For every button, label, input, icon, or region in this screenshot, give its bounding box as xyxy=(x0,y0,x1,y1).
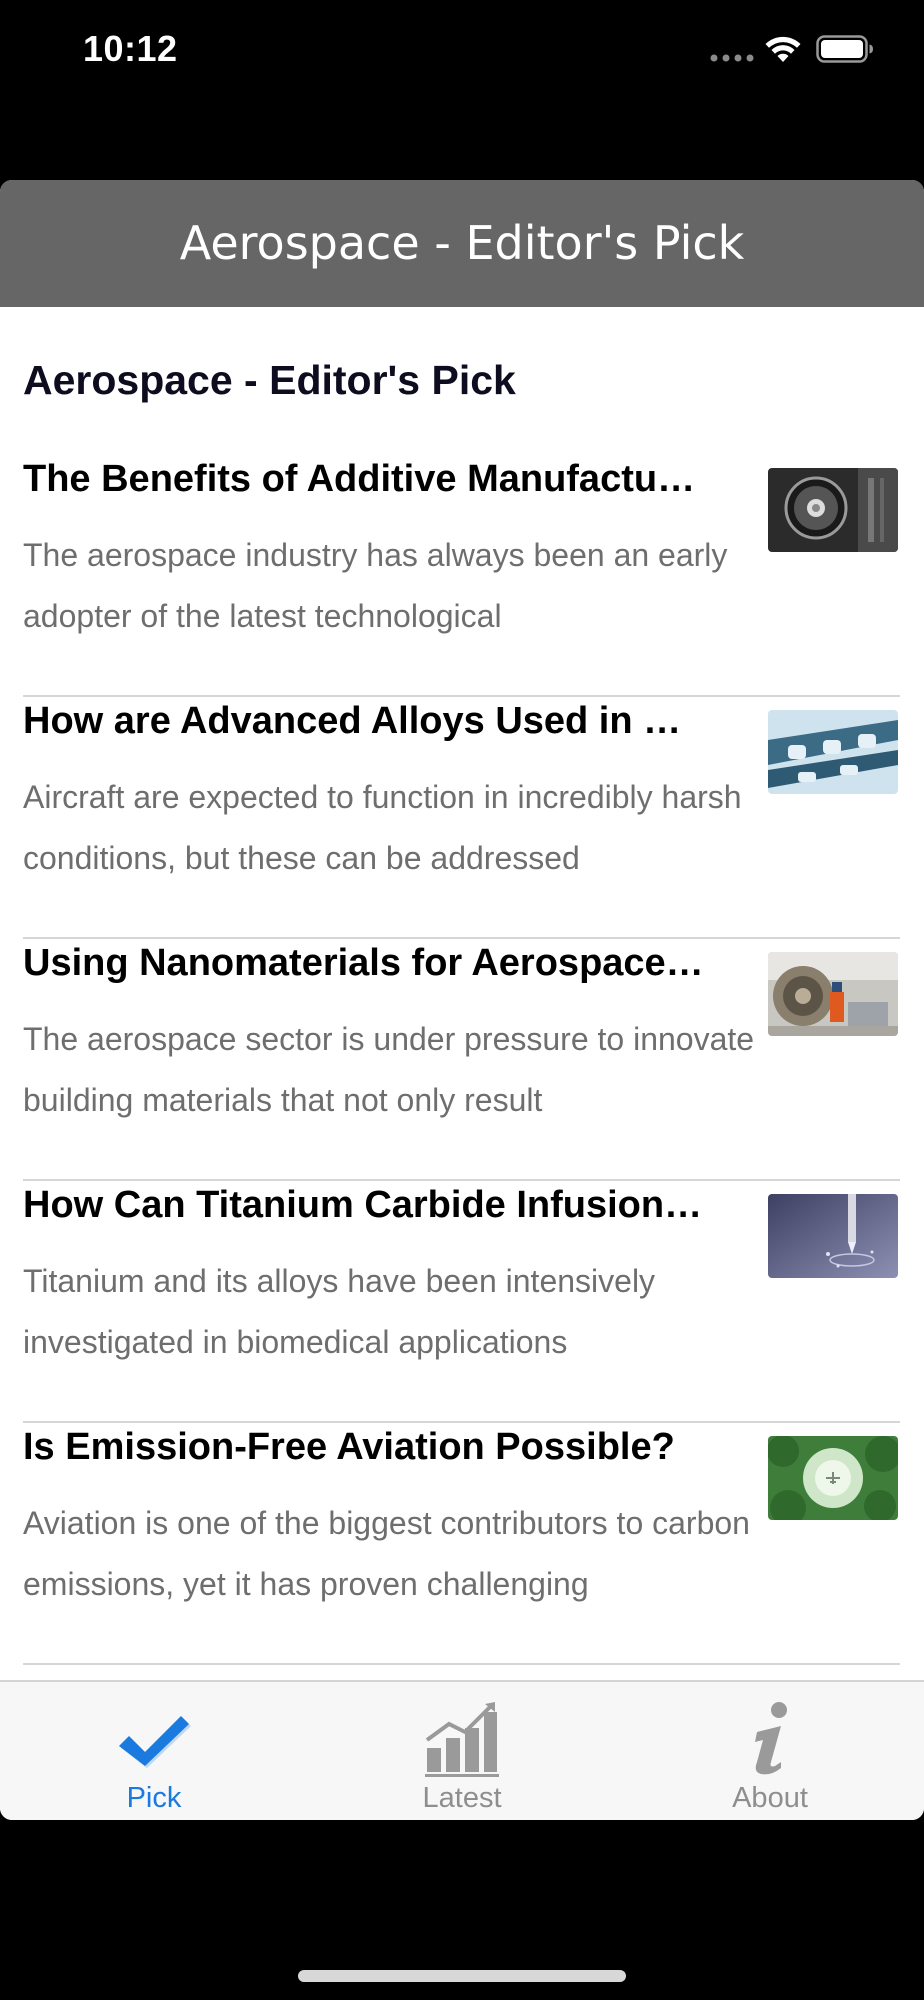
aircraft-frame-image xyxy=(768,710,898,794)
tab-pick[interactable]: Pick xyxy=(0,1682,308,1820)
row-divider xyxy=(23,1663,900,1665)
article-summary: Aviation is one of the biggest contribut… xyxy=(23,1505,750,1602)
plane-through-trees-image xyxy=(768,1436,898,1520)
device-screen: 10:12 Aerospace - Editor's Pick Aerospac… xyxy=(0,0,924,2000)
chart-icon xyxy=(425,1702,499,1777)
article-row[interactable]: The Benefits of Additive Manufactu… The … xyxy=(23,455,900,697)
signal-dots-icon xyxy=(710,54,754,62)
tab-latest[interactable]: Latest xyxy=(308,1682,616,1820)
article-title: Is Emission-Free Aviation Possible? xyxy=(23,1426,675,1468)
status-bar: 10:12 xyxy=(0,0,924,100)
tab-bar: Pick Latest About xyxy=(0,1680,924,1820)
drill-bit-image xyxy=(768,1194,898,1278)
nav-title: Aerospace - Editor's Pick xyxy=(179,216,745,270)
tab-label: Latest xyxy=(422,1782,502,1814)
info-icon xyxy=(755,1702,787,1775)
article-summary: The aerospace sector is under pressure t… xyxy=(23,1021,755,1118)
article-row[interactable]: How Can Titanium Carbide Infusion… Titan… xyxy=(23,1181,900,1423)
status-time: 10:12 xyxy=(83,28,178,69)
article-summary: Titanium and its alloys have been intens… xyxy=(23,1263,656,1360)
article-row[interactable]: Using Nanomaterials for Aerospace… The a… xyxy=(23,939,900,1181)
article-list-view[interactable]: Aerospace - Editor's Pick The Benefits o… xyxy=(0,307,924,1820)
tab-about[interactable]: About xyxy=(616,1682,924,1820)
wifi-icon xyxy=(765,36,801,62)
section-title: Aerospace - Editor's Pick xyxy=(23,357,516,403)
checkmark-icon xyxy=(119,1716,191,1768)
engine-maintenance-image xyxy=(768,952,898,1036)
article-title: Using Nanomaterials for Aerospace… xyxy=(23,942,704,984)
jet-engine-image xyxy=(768,468,898,552)
home-indicator[interactable] xyxy=(298,1970,626,1982)
article-row[interactable]: Is Emission-Free Aviation Possible? Avia… xyxy=(23,1423,900,1665)
article-title: How are Advanced Alloys Used in … xyxy=(23,700,682,742)
app-window: Aerospace - Editor's Pick Aerospace - Ed… xyxy=(0,180,924,1820)
tab-label: About xyxy=(732,1782,808,1814)
article-summary: Aircraft are expected to function in inc… xyxy=(23,779,742,876)
article-summary: The aerospace industry has always been a… xyxy=(23,537,728,634)
article-title: How Can Titanium Carbide Infusion… xyxy=(23,1184,703,1226)
tab-label: Pick xyxy=(126,1782,182,1814)
article-title: The Benefits of Additive Manufactu… xyxy=(23,458,696,500)
battery-icon xyxy=(816,35,873,63)
navigation-bar: Aerospace - Editor's Pick xyxy=(0,180,924,307)
article-row[interactable]: How are Advanced Alloys Used in … Aircra… xyxy=(23,697,900,939)
